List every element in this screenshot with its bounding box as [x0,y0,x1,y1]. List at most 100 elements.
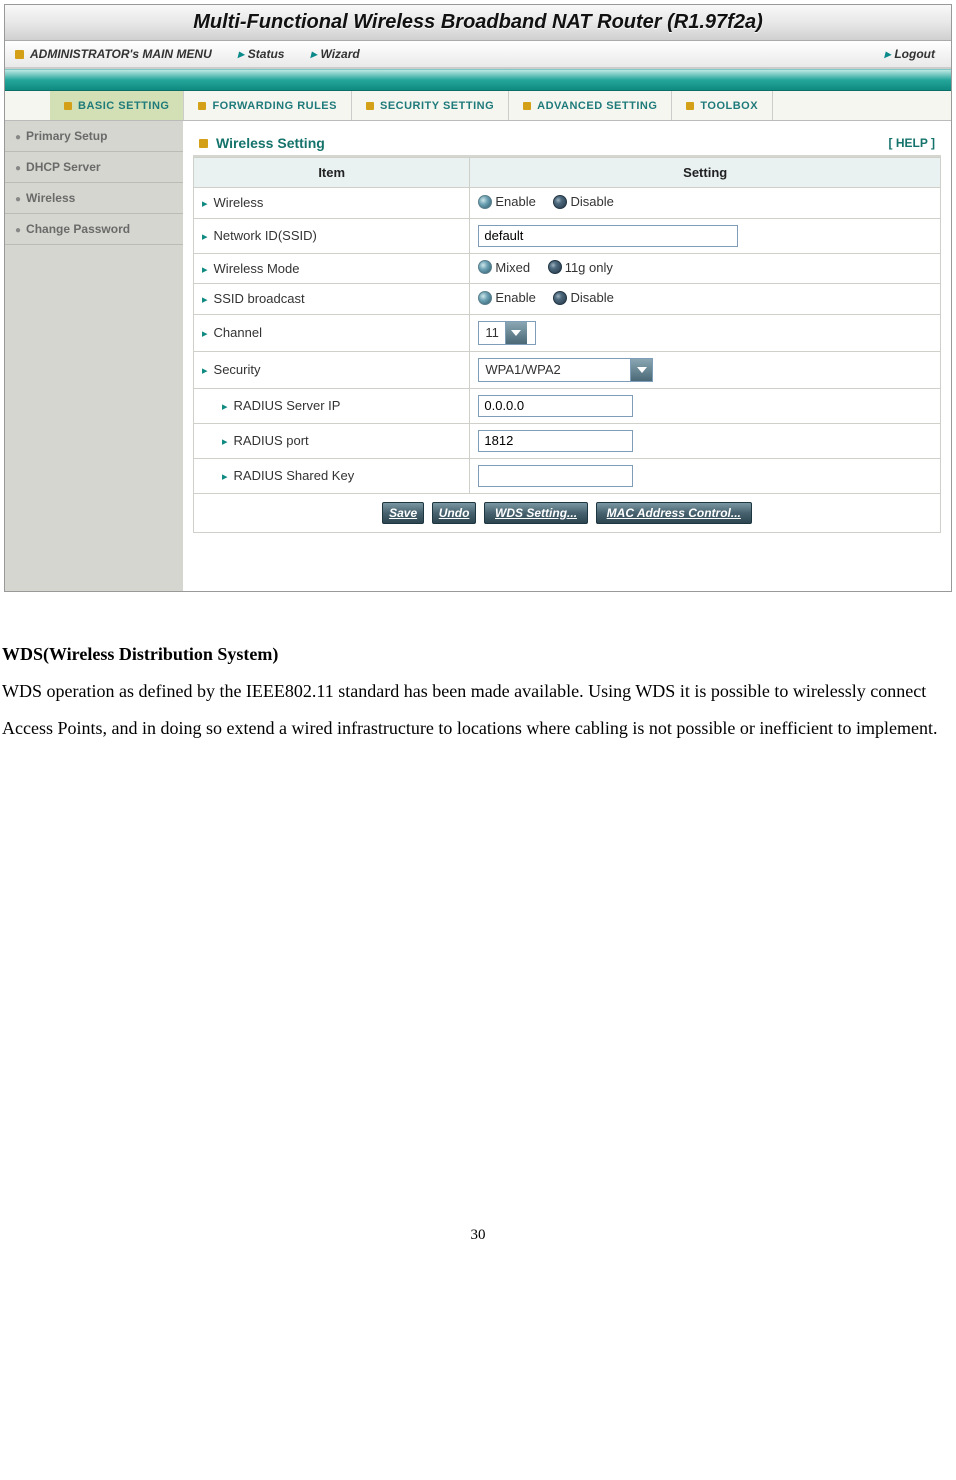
tab-label: TOOLBOX [700,100,758,112]
select-value: 11 [479,323,505,342]
radio-label: Disable [570,194,613,209]
radio-mode-11g[interactable]: 11g only [548,260,613,275]
panel-title: Wireless Setting [216,135,325,151]
radio-icon [478,291,492,305]
item-label: RADIUS port [234,433,309,448]
chevron-right-icon: ▸ [202,328,208,340]
security-select[interactable]: WPA1/WPA2 [478,358,653,382]
item-radius-port: ▸ RADIUS port [194,423,470,458]
doc-paragraph: WDS operation as defined by the IEEE802.… [2,673,954,747]
table-row: ▸ Wireless Enable Disable [194,188,941,219]
table-row: ▸Security WPA1/WPA2 [194,351,941,388]
chevron-down-icon [505,322,527,344]
radio-selected-icon [553,195,567,209]
tab-basic-setting[interactable]: BASIC SETTING [50,91,184,120]
setting-cell: WPA1/WPA2 [470,351,941,388]
panel-title-row: Wireless Setting [ HELP ] [193,131,941,157]
item-label: RADIUS Server IP [234,398,341,413]
radio-label: Mixed [495,260,530,275]
ssid-input[interactable] [478,225,738,247]
setting-cell [470,218,941,253]
chevron-right-icon: ▸ [202,231,208,243]
table-row: ▸Wireless Mode Mixed 11g only [194,253,941,284]
item-label: RADIUS Shared Key [234,468,355,483]
page-number: 30 [0,747,956,1258]
table-row: ▸ Network ID(SSID) [194,218,941,253]
help-link[interactable]: [ HELP ] [889,136,935,150]
sidebar-item-primary-setup[interactable]: ●Primary Setup [5,121,183,152]
bullet-icon [366,102,374,110]
item-label: SSID broadcast [214,291,305,306]
doc-heading: WDS(Wireless Distribution System) [2,636,954,673]
save-button[interactable]: Save [382,502,424,524]
tab-advanced-setting[interactable]: ADVANCED SETTING [509,91,672,120]
bullet-icon [198,102,206,110]
document-text: WDS(Wireless Distribution System) WDS op… [0,596,956,747]
item-wireless-mode: ▸Wireless Mode [194,253,470,284]
menu-wizard[interactable]: Wizard [321,47,360,61]
tab-toolbox[interactable]: TOOLBOX [672,91,773,120]
item-label: Network ID(SSID) [214,228,317,243]
setting-cell [470,458,941,493]
item-label: Channel [214,325,262,340]
settings-table: Item Setting ▸Wireless Enable Disable ▸N… [193,157,941,494]
bullet-icon [686,102,694,110]
top-menu-bar: ADMINISTRATOR's MAIN MENU ▸ Status ▸ Wiz… [5,41,951,69]
channel-select[interactable]: 11 [478,321,536,345]
menu-logout[interactable]: Logout [894,47,935,61]
radio-mode-mixed[interactable]: Mixed [478,260,530,275]
title-bar: Multi-Functional Wireless Broadband NAT … [5,5,951,41]
radio-broadcast-disable[interactable]: Disable [553,290,613,305]
radio-icon [478,260,492,274]
main-menu-label: ADMINISTRATOR's MAIN MENU [30,47,212,61]
menu-left: ADMINISTRATOR's MAIN MENU ▸ Status ▸ Wiz… [5,47,864,61]
item-label: Wireless Mode [214,261,300,276]
sidebar-item-wireless[interactable]: ●Wireless [5,183,183,214]
setting-cell: Enable Disable [470,188,941,219]
table-row: ▸ RADIUS Server IP [194,388,941,423]
setting-cell [470,388,941,423]
sidebar-item-label: DHCP Server [26,160,100,174]
undo-button[interactable]: Undo [432,502,477,524]
radio-broadcast-enable[interactable]: Enable [478,290,535,305]
radio-icon [478,195,492,209]
chevron-right-icon: ▸ [310,47,316,61]
chevron-down-icon [630,359,652,381]
chevron-right-icon: ▸ [222,436,228,448]
item-channel: ▸ Channel [194,314,470,351]
bullet-icon [15,50,24,59]
item-security: ▸Security [194,351,470,388]
content-area: Wireless Setting [ HELP ] Item Setting ▸… [183,121,951,591]
sidebar: ●Primary Setup ●DHCP Server ●Wireless ●C… [5,121,183,591]
radius-ip-input[interactable] [478,395,633,417]
teal-strip [5,69,951,91]
radius-port-input[interactable] [478,430,633,452]
radio-wireless-enable[interactable]: Enable [478,194,535,209]
panel-title-left: Wireless Setting [199,135,325,151]
tab-security-setting[interactable]: SECURITY SETTING [352,91,509,120]
wds-setting-button[interactable]: WDS Setting... [484,502,588,524]
chevron-right-icon: ▸ [884,47,890,61]
radio-label: Enable [495,194,535,209]
tab-label: FORWARDING RULES [212,100,337,112]
chevron-right-icon: ▸ [202,365,208,377]
router-admin-frame: Multi-Functional Wireless Broadband NAT … [4,4,952,592]
radio-label: Disable [570,290,613,305]
tab-forwarding-rules[interactable]: FORWARDING RULES [184,91,352,120]
radio-wireless-disable[interactable]: Disable [553,194,613,209]
chevron-right-icon: ▸ [222,471,228,483]
sidebar-item-change-password[interactable]: ●Change Password [5,214,183,245]
table-row: ▸ RADIUS Shared Key [194,458,941,493]
menu-status[interactable]: Status [248,47,285,61]
sidebar-item-label: Change Password [26,222,130,236]
radius-key-input[interactable] [478,465,633,487]
menu-logout-wrap: ▸ Logout [864,47,941,61]
chevron-right-icon: ▸ [202,198,208,210]
body-area: ●Primary Setup ●DHCP Server ●Wireless ●C… [5,121,951,591]
item-label: Wireless [214,195,264,210]
chevron-right-icon: ▸ [222,401,228,413]
mac-address-control-button[interactable]: MAC Address Control... [596,502,752,524]
select-value: WPA1/WPA2 [479,360,630,379]
chevron-right-icon: ▸ [238,47,244,61]
sidebar-item-dhcp-server[interactable]: ●DHCP Server [5,152,183,183]
